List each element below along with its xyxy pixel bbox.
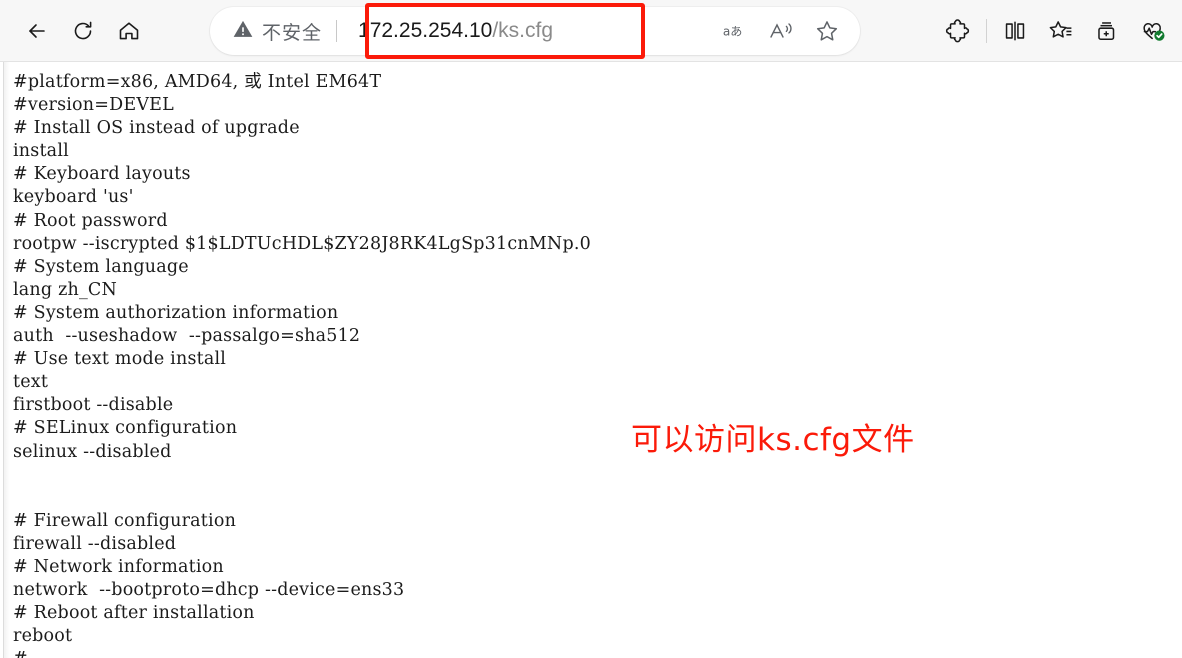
warning-triangle-icon <box>232 18 254 45</box>
url-host-text: 172.25.254.10 <box>358 19 493 42</box>
browser-essentials-icon[interactable] <box>1130 11 1176 51</box>
security-status-chip[interactable]: 不安全 <box>210 18 322 45</box>
toolbar-actions <box>935 0 1176 62</box>
page-left-edge <box>0 62 10 658</box>
page-viewport: #platform=x86, AMD64, 或 Intel EM64T #ver… <box>0 62 1182 658</box>
annotation-note: 可以访问ks.cfg文件 <box>631 422 915 458</box>
home-button[interactable] <box>106 11 152 51</box>
read-aloud-icon[interactable] <box>758 11 804 51</box>
url-path-text: /ks.cfg <box>492 19 553 42</box>
address-bar-actions: aあ <box>712 7 850 55</box>
browser-toolbar: 不安全 172.25.254.10/ks.cfg aあ <box>0 0 1182 62</box>
refresh-button[interactable] <box>60 11 106 51</box>
collections-icon[interactable] <box>1038 11 1084 51</box>
toolbar-divider <box>986 19 987 43</box>
address-bar[interactable]: 不安全 172.25.254.10/ks.cfg aあ <box>210 7 860 55</box>
security-status-label: 不安全 <box>262 22 323 44</box>
split-screen-icon[interactable] <box>992 11 1038 51</box>
back-button[interactable] <box>14 11 60 51</box>
extensions-icon[interactable] <box>935 11 981 51</box>
favorite-star-icon[interactable] <box>804 11 850 51</box>
navigation-buttons <box>0 11 152 51</box>
kickstart-file-content: #platform=x86, AMD64, 或 Intel EM64T #ver… <box>13 72 591 658</box>
address-bar-divider <box>336 20 338 42</box>
translate-icon[interactable]: aあ <box>712 11 758 51</box>
add-to-collection-icon[interactable] <box>1084 11 1130 51</box>
svg-text:aあ: aあ <box>723 24 743 38</box>
